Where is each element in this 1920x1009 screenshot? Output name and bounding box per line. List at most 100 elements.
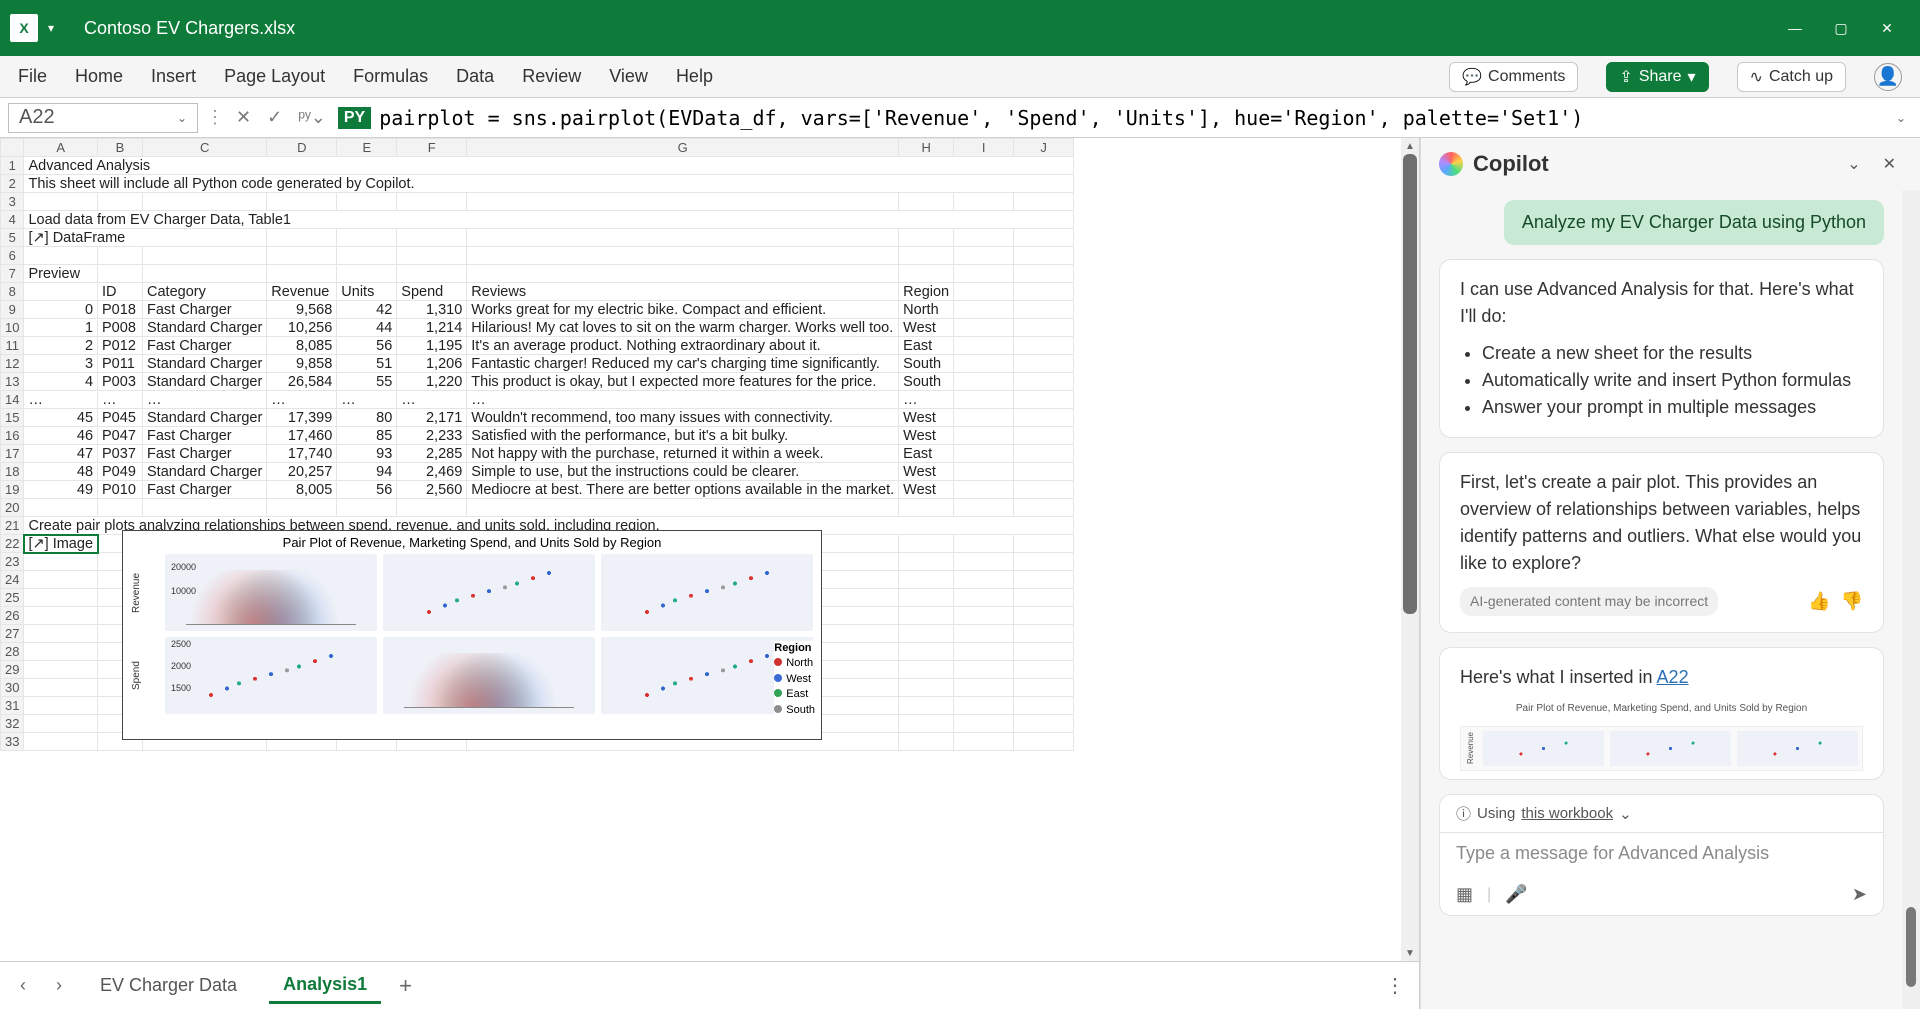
cell[interactable]: [954, 733, 1014, 751]
maximize-button[interactable]: ▢: [1818, 0, 1864, 56]
ribbon-tab-data[interactable]: Data: [456, 66, 494, 87]
cell[interactable]: Fast Charger: [143, 481, 267, 499]
row-header[interactable]: 12: [1, 355, 24, 373]
cell[interactable]: [1014, 193, 1074, 211]
cell[interactable]: [954, 247, 1014, 265]
cell[interactable]: 2,233: [397, 427, 467, 445]
cell[interactable]: West: [899, 427, 954, 445]
row-header[interactable]: 31: [1, 697, 24, 715]
cell[interactable]: [954, 463, 1014, 481]
row-header[interactable]: 33: [1, 733, 24, 751]
row-header[interactable]: 8: [1, 283, 24, 301]
cell[interactable]: [899, 535, 954, 553]
cell[interactable]: [1014, 733, 1074, 751]
cell[interactable]: Fast Charger: [143, 337, 267, 355]
cell[interactable]: [954, 535, 1014, 553]
ribbon-tab-view[interactable]: View: [609, 66, 648, 87]
row-header[interactable]: 18: [1, 463, 24, 481]
prev-sheet-button[interactable]: ‹: [14, 975, 32, 996]
chevron-down-icon[interactable]: ⌄: [177, 111, 187, 125]
row-header[interactable]: 24: [1, 571, 24, 589]
cell[interactable]: [397, 229, 467, 247]
cell[interactable]: [24, 589, 98, 607]
ribbon-tab-review[interactable]: Review: [522, 66, 581, 87]
cell[interactable]: [1014, 283, 1074, 301]
row-header[interactable]: 16: [1, 427, 24, 445]
sheet-tab-more-button[interactable]: ⋮: [1385, 973, 1405, 998]
cell[interactable]: [467, 247, 899, 265]
cell[interactable]: [954, 391, 1014, 409]
cell[interactable]: [24, 679, 98, 697]
send-button[interactable]: ➤: [1852, 884, 1867, 905]
close-window-button[interactable]: ✕: [1864, 0, 1910, 56]
cell[interactable]: P047: [98, 427, 143, 445]
minimize-button[interactable]: —: [1772, 0, 1818, 56]
cell[interactable]: [899, 229, 954, 247]
cell[interactable]: 42: [337, 301, 397, 319]
cell[interactable]: 1,220: [397, 373, 467, 391]
cell[interactable]: [467, 265, 899, 283]
cell[interactable]: 9,858: [267, 355, 337, 373]
cell[interactable]: [1014, 355, 1074, 373]
cell[interactable]: Units: [337, 283, 397, 301]
cell[interactable]: [899, 193, 954, 211]
cell[interactable]: [143, 265, 267, 283]
row-header[interactable]: 6: [1, 247, 24, 265]
name-box[interactable]: A22 ⌄: [8, 103, 198, 133]
cell[interactable]: [397, 499, 467, 517]
cell[interactable]: Fast Charger: [143, 427, 267, 445]
cell[interactable]: 8,005: [267, 481, 337, 499]
cell[interactable]: …: [24, 391, 98, 409]
row-header[interactable]: 2: [1, 175, 24, 193]
cell[interactable]: [899, 625, 954, 643]
cell[interactable]: [98, 499, 143, 517]
col-header[interactable]: J: [1014, 139, 1074, 157]
catch-up-button[interactable]: ∿ Catch up: [1737, 62, 1846, 92]
cell[interactable]: P049: [98, 463, 143, 481]
sheet-tab-analysis1[interactable]: Analysis1: [269, 968, 381, 1004]
cell[interactable]: [1014, 409, 1074, 427]
cell[interactable]: [337, 229, 397, 247]
cell[interactable]: [↗] DataFrame: [24, 229, 267, 247]
cell[interactable]: [1014, 625, 1074, 643]
cell[interactable]: [954, 319, 1014, 337]
cell[interactable]: Fast Charger: [143, 301, 267, 319]
cell[interactable]: It's an average product. Nothing extraor…: [467, 337, 899, 355]
cell[interactable]: [24, 625, 98, 643]
cell[interactable]: ID: [98, 283, 143, 301]
cell[interactable]: [954, 715, 1014, 733]
cell[interactable]: [899, 589, 954, 607]
cell[interactable]: 1,310: [397, 301, 467, 319]
cell[interactable]: [1014, 643, 1074, 661]
ribbon-tab-file[interactable]: File: [18, 66, 47, 87]
cell[interactable]: 17,460: [267, 427, 337, 445]
cell[interactable]: 93: [337, 445, 397, 463]
row-header[interactable]: 10: [1, 319, 24, 337]
cell[interactable]: North: [899, 301, 954, 319]
cell[interactable]: …: [98, 391, 143, 409]
cell[interactable]: West: [899, 409, 954, 427]
cell[interactable]: 10,256: [267, 319, 337, 337]
cell[interactable]: [899, 661, 954, 679]
cell[interactable]: [954, 589, 1014, 607]
cell[interactable]: [1014, 553, 1074, 571]
cell[interactable]: [337, 193, 397, 211]
chevron-down-icon[interactable]: ⌄: [1619, 805, 1632, 823]
cell[interactable]: [24, 247, 98, 265]
cell[interactable]: [1014, 319, 1074, 337]
cell[interactable]: [954, 481, 1014, 499]
cell[interactable]: Load data from EV Charger Data, Table1: [24, 211, 1074, 229]
cell[interactable]: [467, 229, 899, 247]
cell[interactable]: 56: [337, 337, 397, 355]
cell[interactable]: [954, 301, 1014, 319]
cell[interactable]: Standard Charger: [143, 319, 267, 337]
row-header[interactable]: 11: [1, 337, 24, 355]
cell[interactable]: [899, 571, 954, 589]
cell[interactable]: [↗] Image: [24, 535, 98, 553]
quick-access-chevron-icon[interactable]: ▾: [48, 21, 54, 35]
cell[interactable]: …: [467, 391, 899, 409]
cell[interactable]: [899, 733, 954, 751]
cell[interactable]: West: [899, 481, 954, 499]
thumbs-up-button[interactable]: 👍: [1808, 588, 1830, 615]
scroll-up-arrow-icon[interactable]: ▲: [1401, 138, 1419, 154]
